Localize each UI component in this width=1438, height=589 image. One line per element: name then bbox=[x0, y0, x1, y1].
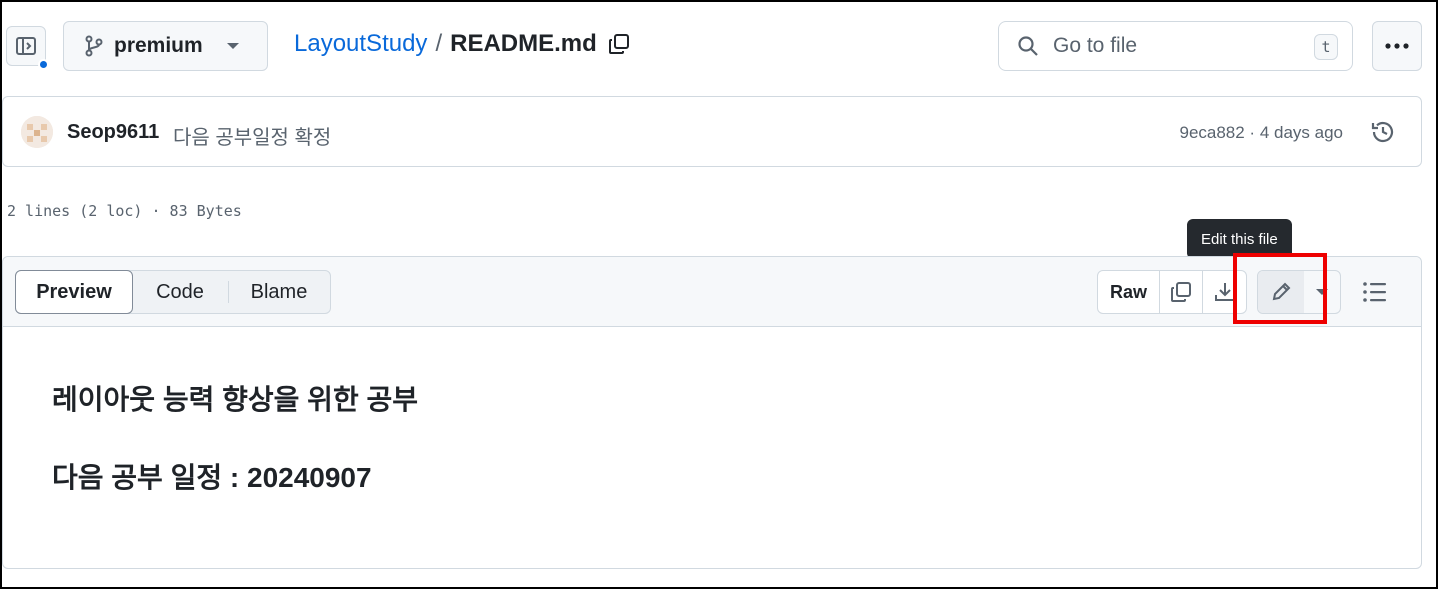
tab-preview[interactable]: Preview bbox=[15, 270, 133, 314]
commit-meta[interactable]: 9eca882 · 4 days ago bbox=[1179, 123, 1343, 143]
file-name: README.md bbox=[450, 30, 597, 57]
branch-name: premium bbox=[114, 34, 203, 57]
file-info: 2 lines (2 loc) · 83 Bytes bbox=[7, 202, 242, 220]
search-placeholder: Go to file bbox=[1053, 34, 1138, 57]
avatar[interactable] bbox=[21, 116, 53, 148]
sidebar-expand-icon bbox=[14, 34, 38, 58]
outline-list-icon[interactable] bbox=[1360, 278, 1390, 306]
sidebar-toggle-button[interactable] bbox=[6, 26, 49, 70]
chevron-down-icon bbox=[226, 43, 239, 49]
git-branch-icon bbox=[84, 35, 104, 57]
tab-blame[interactable]: Blame bbox=[229, 271, 329, 313]
branch-selector-button[interactable]: premium bbox=[63, 21, 268, 71]
view-mode-tabs: Preview Code Blame bbox=[15, 270, 331, 314]
go-to-file-search[interactable]: Go to file t bbox=[998, 21, 1353, 71]
history-icon[interactable] bbox=[1369, 118, 1397, 146]
more-options-button[interactable] bbox=[1372, 21, 1422, 71]
breadcrumb: LayoutStudy / README.md bbox=[294, 30, 631, 58]
commit-message[interactable]: 다음 공부일정 확정 bbox=[173, 121, 331, 150]
kebab-horizontal-icon bbox=[1384, 42, 1410, 50]
keyboard-shortcut-hint: t bbox=[1314, 34, 1338, 60]
notification-dot bbox=[38, 59, 49, 70]
commit-author[interactable]: Seop9611 bbox=[67, 121, 159, 144]
copy-path-icon[interactable] bbox=[607, 32, 631, 56]
raw-button[interactable]: Raw bbox=[1098, 271, 1160, 313]
search-icon bbox=[1017, 35, 1039, 57]
markdown-line-1: 레이아웃 능력 향상을 위한 공부 bbox=[52, 384, 418, 415]
latest-commit-bar: Seop9611 다음 공부일정 확정 9eca882 · 4 days ago bbox=[2, 96, 1422, 167]
markdown-line-2: 다음 공부 일정 : 20240907 bbox=[52, 462, 372, 493]
file-header: Preview Code Blame Raw bbox=[3, 257, 1421, 327]
highlight-box bbox=[1233, 253, 1327, 324]
file-actions-group: Raw bbox=[1097, 270, 1247, 314]
tab-code[interactable]: Code bbox=[132, 271, 228, 313]
copy-icon bbox=[1169, 280, 1193, 304]
copy-raw-button[interactable] bbox=[1160, 271, 1203, 313]
repo-link[interactable]: LayoutStudy bbox=[294, 30, 427, 58]
breadcrumb-separator: / bbox=[435, 30, 443, 57]
